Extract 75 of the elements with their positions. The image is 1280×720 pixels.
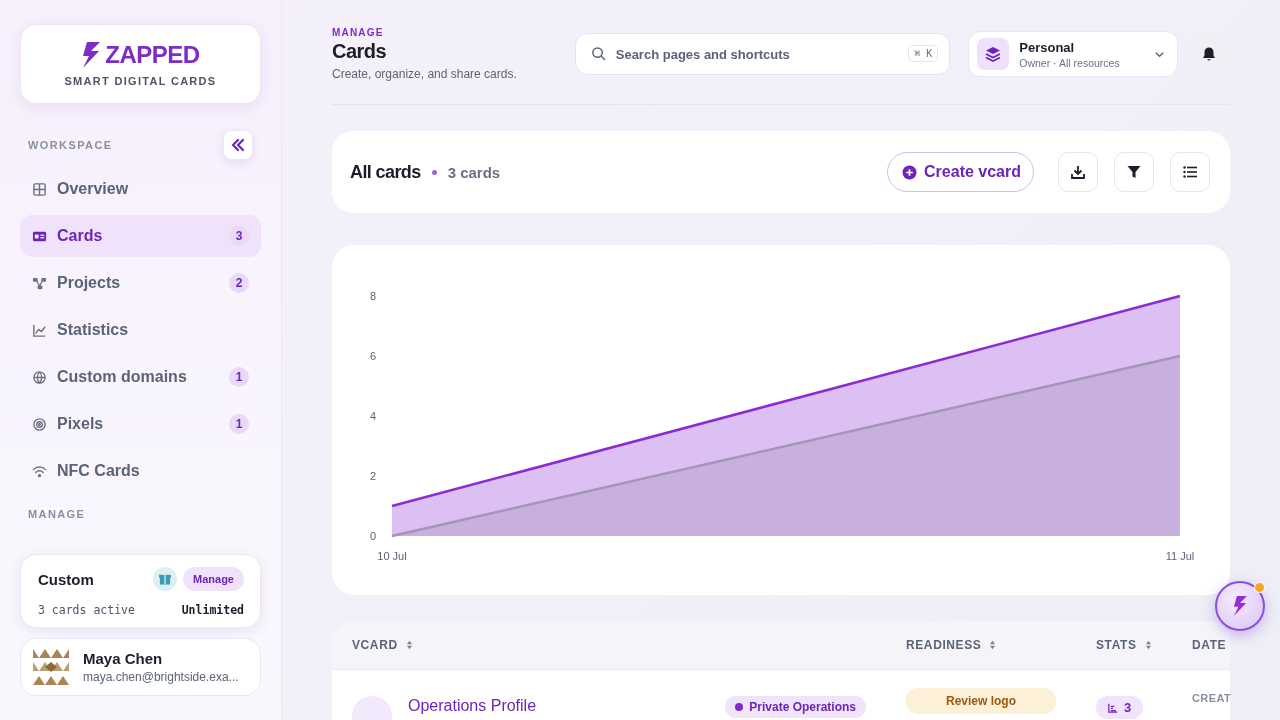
gift-icon: [153, 567, 178, 591]
count-badge: 1: [229, 414, 249, 434]
nav-item[interactable]: Overview: [20, 168, 261, 210]
separator-dot: [431, 169, 437, 175]
dates-label: CREAT: [1192, 692, 1232, 704]
nav-item[interactable]: NFC Cards: [20, 450, 261, 492]
card-count: 3 cards: [447, 163, 501, 181]
filter-button[interactable]: [1114, 152, 1154, 192]
nav-item[interactable]: Pixels 1: [20, 403, 261, 445]
plan-limit: Unlimited: [181, 603, 244, 617]
account-role: Owner · All resources: [1019, 56, 1121, 69]
list-icon: [1182, 164, 1198, 180]
double-chevron-left-icon: [230, 137, 246, 153]
bell-icon: [1201, 46, 1218, 62]
nav-item[interactable]: Projects 2: [20, 262, 261, 304]
nav-icon: [32, 369, 47, 385]
y-tick-label: 6: [369, 350, 376, 362]
readiness-badge: Review logo: [906, 688, 1056, 714]
nav-item[interactable]: Custom domains 1: [20, 356, 261, 398]
y-tick-label: 8: [369, 290, 376, 302]
x-tick-label: 10 Jul: [377, 550, 407, 562]
stats-badge: 3: [1096, 696, 1144, 719]
page-title: Cards: [332, 40, 388, 63]
user-email: maya.chen@brightside.exa...: [83, 670, 239, 684]
section-label: MANAGE: [28, 508, 86, 520]
collapse-button[interactable]: [223, 130, 253, 160]
list-title: All cards: [350, 161, 421, 183]
bolt-logo-icon: [81, 42, 102, 68]
plan-name: Custom: [38, 570, 95, 588]
search-icon: [590, 46, 606, 61]
column-header[interactable]: VCARD: [332, 638, 906, 652]
nav-icon: [32, 181, 47, 197]
nav-item[interactable]: Cards 3: [20, 215, 261, 257]
count-badge: 3: [229, 226, 249, 246]
count-badge: 2: [229, 273, 249, 293]
x-tick-label: 11 Jul: [1165, 550, 1195, 562]
section-label: WORKSPACE: [28, 139, 113, 151]
download-icon: [1070, 164, 1086, 180]
plus-circle-icon: [902, 164, 918, 180]
sort-icon: [1144, 640, 1152, 650]
nav-item[interactable]: Statistics: [20, 309, 261, 351]
column-header[interactable]: DATE: [1192, 638, 1230, 652]
account-name: Personal: [1019, 39, 1076, 55]
user-card[interactable]: Maya Chen maya.chen@brightside.exa...: [20, 638, 261, 696]
filter-icon: [1126, 164, 1142, 180]
manage-button[interactable]: Manage: [183, 567, 244, 591]
plan-usage: 3 cards active: [38, 603, 135, 617]
nav-icon: [32, 416, 47, 432]
nav-icon: [32, 275, 47, 291]
account-switcher[interactable]: Personal Owner · All resources: [968, 31, 1179, 77]
nav-icon: [32, 322, 47, 338]
bolt-icon: [1232, 596, 1248, 616]
shortcut-key: ⌘ K: [908, 45, 939, 62]
list-view-button[interactable]: [1170, 152, 1210, 192]
avatar: [33, 649, 69, 685]
brand-tagline: SMART DIGITAL CARDS: [64, 75, 217, 87]
page-subtitle: Create, organize, and share cards.: [332, 67, 518, 81]
download-button[interactable]: [1058, 152, 1098, 192]
nav-icon: [32, 463, 47, 479]
brand-name: ZAPPED: [105, 41, 200, 69]
y-tick-label: 4: [369, 410, 376, 422]
column-header[interactable]: READINESS: [906, 638, 1096, 652]
assistant-button[interactable]: [1215, 581, 1265, 631]
page-eyebrow: MANAGE: [332, 27, 385, 38]
create-vcard-button[interactable]: Create vcard: [887, 152, 1034, 192]
user-name: Maya Chen: [83, 650, 164, 667]
project-tag: Private Operations: [725, 696, 866, 718]
count-badge: 1: [229, 367, 249, 387]
card-name-link[interactable]: Operations Profile: [408, 697, 537, 715]
sort-icon: [405, 640, 413, 650]
y-tick-label: 2: [369, 470, 376, 482]
column-header[interactable]: STATS: [1096, 638, 1192, 652]
layers-icon: [977, 38, 1010, 70]
y-tick-label: 0: [369, 530, 376, 542]
sort-icon: [989, 640, 997, 650]
